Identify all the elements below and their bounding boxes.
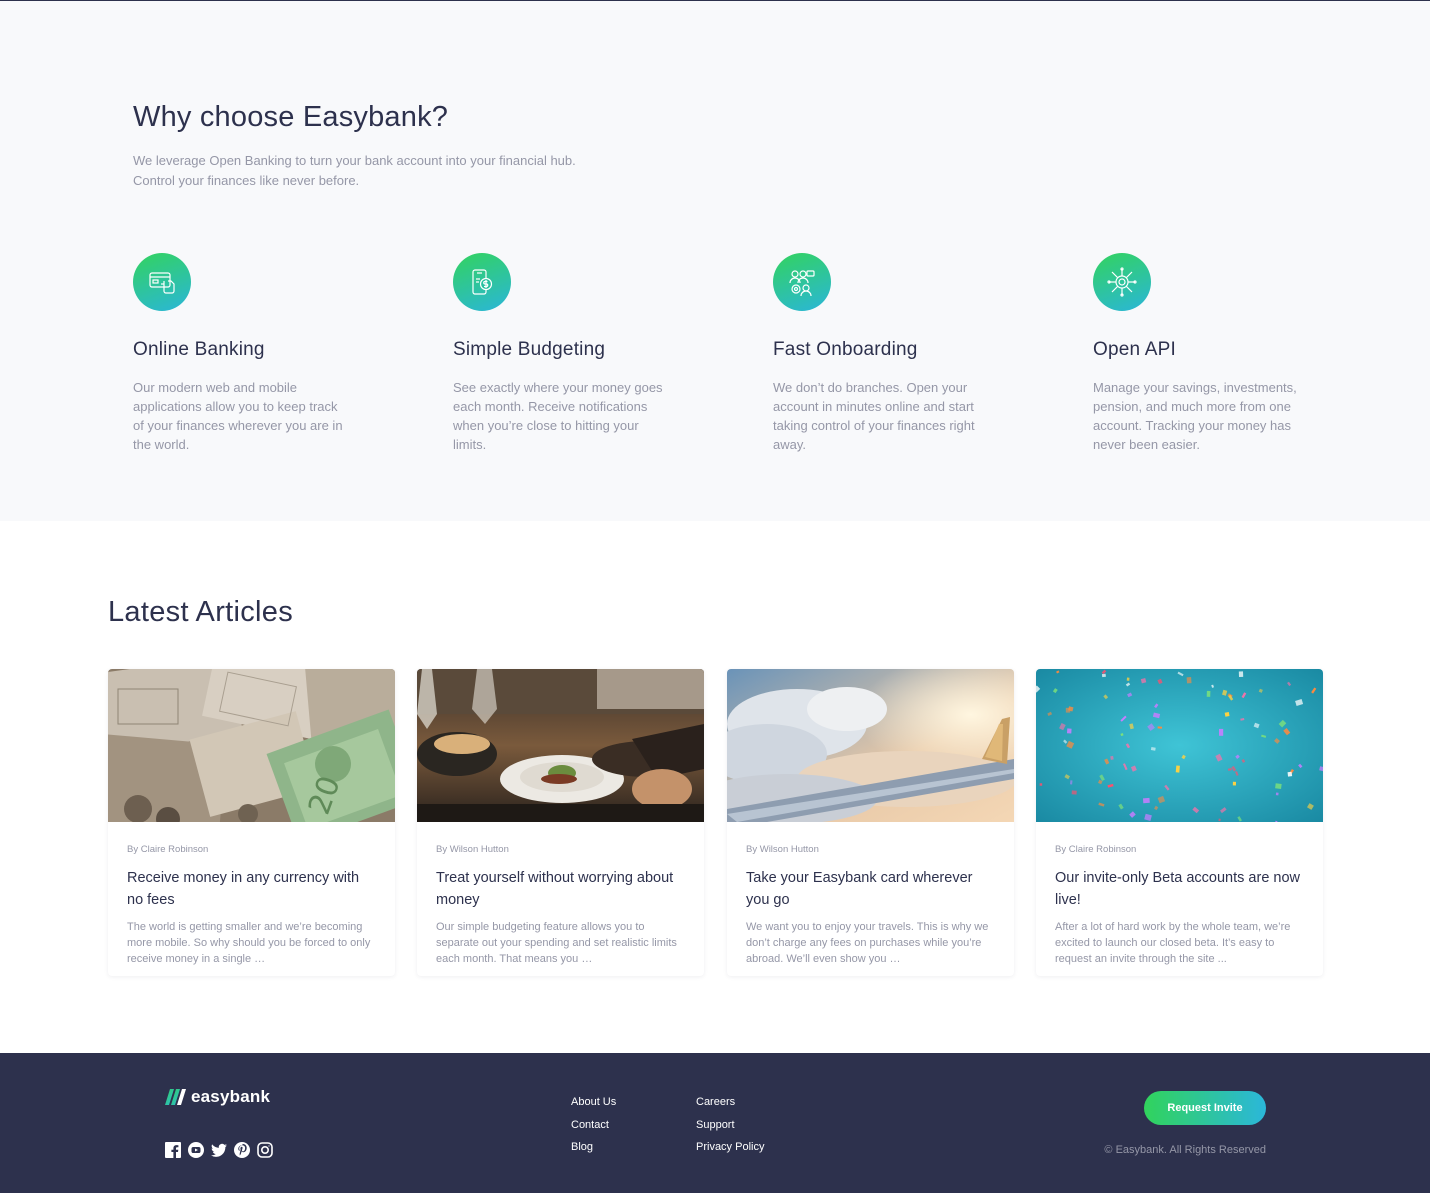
logo-wordmark: easybank bbox=[191, 1087, 271, 1106]
footer-link-careers[interactable]: Careers bbox=[696, 1095, 764, 1118]
feature-simple-budgeting: Simple Budgeting See exactly where your … bbox=[453, 253, 683, 454]
feature-title: Simple Budgeting bbox=[453, 339, 606, 360]
why-intro: We leverage Open Banking to turn your ba… bbox=[133, 153, 576, 188]
request-invite-button[interactable]: Request Invite bbox=[1144, 1091, 1266, 1125]
pinterest-icon[interactable] bbox=[234, 1142, 250, 1158]
feature-title: Open API bbox=[1093, 339, 1176, 360]
feature-title: Online Banking bbox=[133, 339, 265, 360]
confetti-piece bbox=[1110, 755, 1114, 760]
confetti-piece bbox=[1186, 677, 1192, 684]
instagram-icon[interactable] bbox=[257, 1142, 273, 1158]
confetti-piece bbox=[1066, 728, 1072, 734]
article-author: By Wilson Hutton bbox=[746, 844, 819, 855]
footer-link-privacy[interactable]: Privacy Policy bbox=[696, 1140, 764, 1163]
footer-link-blog[interactable]: Blog bbox=[571, 1140, 616, 1163]
confetti-piece bbox=[1224, 712, 1230, 717]
confetti-piece bbox=[1142, 797, 1150, 804]
article-excerpt: The world is getting smaller and we’re b… bbox=[127, 921, 371, 965]
article-card[interactable]: By Wilson Hutton Take your Easybank card… bbox=[727, 669, 1014, 976]
article-title[interactable]: Take your Easybank card wherever you go bbox=[746, 867, 995, 911]
easybank-logo[interactable]: easybank bbox=[165, 1087, 270, 1107]
article-card[interactable]: 20 By Claire Robinson Receive money in a… bbox=[108, 669, 395, 976]
currency-photo: 20 bbox=[108, 669, 395, 822]
confetti-piece bbox=[1232, 781, 1236, 786]
articles-title: Latest Articles bbox=[108, 596, 294, 628]
footer-links-col1: About Us Contact Blog bbox=[571, 1095, 616, 1163]
article-excerpt: After a lot of hard work by the whole te… bbox=[1055, 921, 1291, 965]
social-links bbox=[165, 1142, 273, 1158]
feature-open-api: Open API Manage your savings, investment… bbox=[1093, 253, 1323, 454]
article-excerpt: We want you to enjoy your travels. This … bbox=[746, 921, 989, 965]
confetti-piece bbox=[1275, 783, 1282, 789]
article-author: By Claire Robinson bbox=[127, 844, 209, 855]
confetti-piece bbox=[1071, 790, 1077, 795]
confetti-piece bbox=[1069, 780, 1073, 785]
footer-link-contact[interactable]: Contact bbox=[571, 1118, 616, 1141]
why-title: Why choose Easybank? bbox=[133, 101, 449, 133]
confetti-piece bbox=[1126, 677, 1130, 681]
article-title[interactable]: Treat yourself without worrying about mo… bbox=[436, 867, 685, 911]
confetti-photo bbox=[1036, 669, 1323, 822]
article-card[interactable]: By Wilson Hutton Treat yourself without … bbox=[417, 669, 704, 976]
feature-text: We don’t do branches. Open your account … bbox=[773, 380, 975, 452]
confetti-piece bbox=[1218, 818, 1221, 822]
confetti-piece bbox=[1175, 765, 1180, 773]
article-author: By Wilson Hutton bbox=[436, 844, 509, 855]
onboarding-icon bbox=[773, 253, 831, 311]
feature-online-banking: Online Banking Our modern web and mobile… bbox=[133, 253, 363, 454]
confetti-piece bbox=[1206, 690, 1211, 697]
copyright: © Easybank. All Rights Reserved bbox=[1104, 1144, 1266, 1156]
confetti-piece bbox=[1101, 673, 1106, 678]
confetti-piece bbox=[1157, 726, 1163, 729]
confetti-piece bbox=[1275, 792, 1279, 796]
plane-photo bbox=[727, 669, 1014, 822]
budgeting-icon bbox=[453, 253, 511, 311]
article-title[interactable]: Receive money in any currency with no fe… bbox=[127, 867, 376, 911]
footer-links-col2: Careers Support Privacy Policy bbox=[696, 1095, 764, 1163]
confetti-piece bbox=[1287, 771, 1293, 777]
feature-text: Our modern web and mobile applications a… bbox=[133, 380, 343, 452]
article-card[interactable]: By Claire Robinson Our invite-only Beta … bbox=[1036, 669, 1323, 976]
logo-mark-icon bbox=[165, 1089, 186, 1105]
feature-text: See exactly where your money goes each m… bbox=[453, 380, 663, 452]
confetti-piece bbox=[1065, 707, 1071, 713]
why-section: Why choose Easybank? We leverage Open Ba… bbox=[0, 1, 1430, 521]
confetti-piece bbox=[1238, 671, 1244, 678]
feature-title: Fast Onboarding bbox=[773, 339, 918, 360]
restaurant-photo bbox=[417, 669, 704, 822]
footer-link-about[interactable]: About Us bbox=[571, 1095, 616, 1118]
facebook-icon[interactable] bbox=[165, 1142, 181, 1158]
footer-link-support[interactable]: Support bbox=[696, 1118, 764, 1141]
youtube-icon[interactable] bbox=[188, 1142, 204, 1158]
article-excerpt: Our simple budgeting feature allows you … bbox=[436, 921, 677, 965]
api-icon bbox=[1093, 253, 1151, 311]
twitter-icon[interactable] bbox=[211, 1142, 227, 1158]
footer: easybank About Us Contact Blog Careers S… bbox=[0, 1053, 1430, 1193]
feature-text: Manage your savings, investments, pensio… bbox=[1093, 380, 1297, 452]
article-author: By Claire Robinson bbox=[1055, 844, 1137, 855]
article-title[interactable]: Our invite-only Beta accounts are now li… bbox=[1055, 867, 1304, 911]
confetti-piece bbox=[1039, 783, 1043, 786]
online-banking-icon bbox=[133, 253, 191, 311]
feature-fast-onboarding: Fast Onboarding We don’t do branches. Op… bbox=[773, 253, 1003, 454]
confetti-piece bbox=[1218, 728, 1224, 736]
